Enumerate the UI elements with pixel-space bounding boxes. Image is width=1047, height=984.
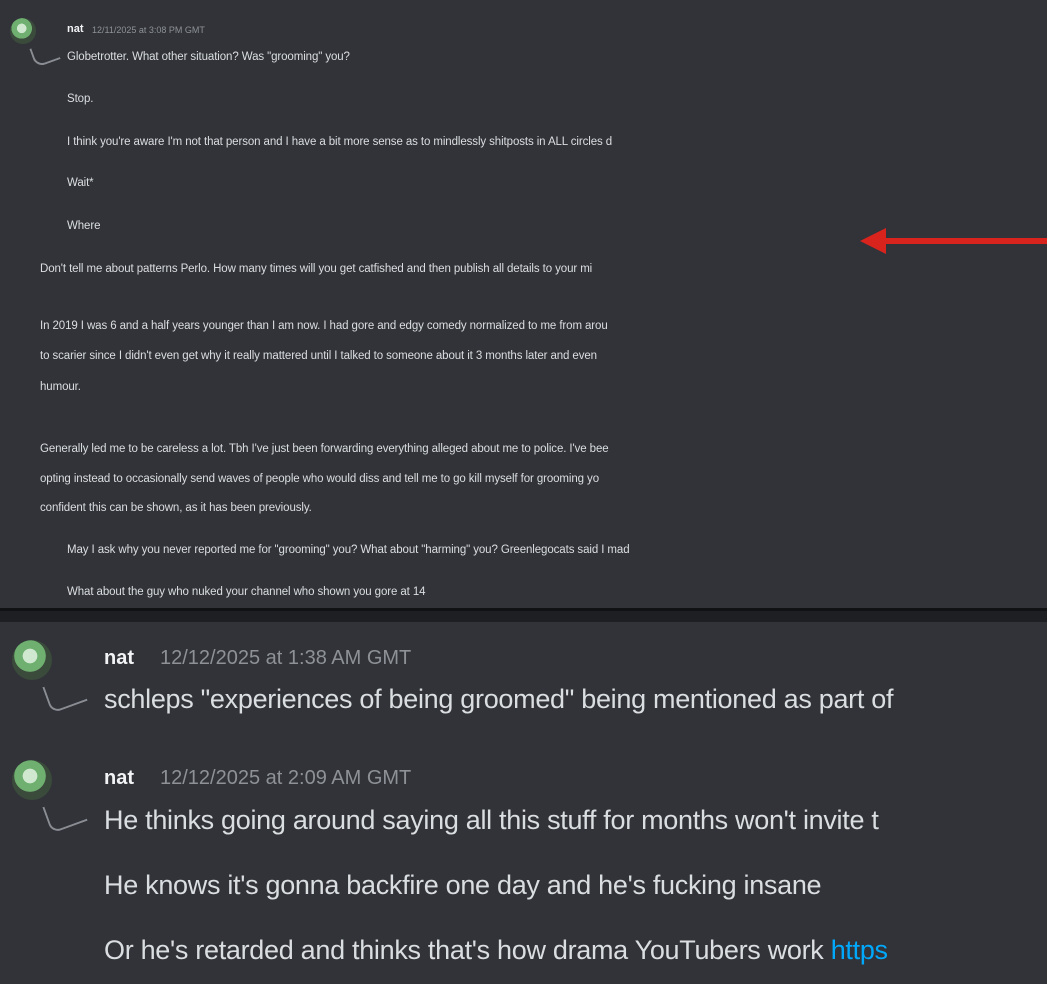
red-arrow-icon (860, 228, 1047, 254)
message-line: What about the guy who nuked your channe… (67, 586, 426, 598)
avatar[interactable] (12, 760, 52, 800)
message-line: I think you're aware I'm not that person… (67, 136, 613, 148)
username[interactable]: nat (67, 23, 84, 35)
message-line: Stop. (67, 93, 94, 105)
message-line: Globetrotter. What other situation? Was … (67, 51, 350, 63)
avatar[interactable] (12, 640, 52, 680)
message-line: He knows it's gonna backfire one day and… (104, 870, 822, 900)
timestamp: 12/12/2025 at 1:38 AM GMT (160, 647, 412, 669)
message-line: Generally led me to be careless a lot. T… (40, 443, 609, 455)
avatar[interactable] (10, 18, 36, 44)
avatar-decoration (29, 40, 61, 68)
message-line: to scarier since I didn't even get why i… (40, 350, 597, 362)
avatar-decoration (42, 794, 88, 834)
timestamp: 12/12/2025 at 2:09 AM GMT (160, 767, 412, 789)
message-link[interactable]: https (831, 935, 888, 965)
message-line: Or he's retarded and thinks that's how d… (104, 935, 888, 966)
message-line: In 2019 I was 6 and a half years younger… (40, 320, 608, 332)
message-line: humour. (40, 381, 81, 393)
message-line: schleps "experiences of being groomed" b… (104, 684, 894, 714)
message-line: Don't tell me about patterns Perlo. How … (40, 263, 593, 275)
message-line: opting instead to occasionally send wave… (40, 473, 599, 485)
username[interactable]: nat (104, 767, 134, 790)
message-panel-bottom: nat 12/12/2025 at 1:38 AM GMT schleps "e… (0, 622, 1047, 984)
username[interactable]: nat (104, 647, 134, 670)
message-text: Or he's retarded and thinks that's how d… (104, 935, 824, 965)
message-line: confident this can be shown, as it has b… (40, 502, 312, 514)
message-line: Wait* (67, 177, 94, 189)
avatar-decoration (42, 674, 88, 714)
message-line: Where (67, 220, 101, 232)
message-panel-top: nat 12/11/2025 at 3:08 PM GMT Globetrott… (0, 0, 1047, 611)
message-line: May I ask why you never reported me for … (67, 544, 630, 556)
message-line: He thinks going around saying all this s… (104, 805, 879, 835)
timestamp: 12/11/2025 at 3:08 PM GMT (92, 25, 205, 35)
